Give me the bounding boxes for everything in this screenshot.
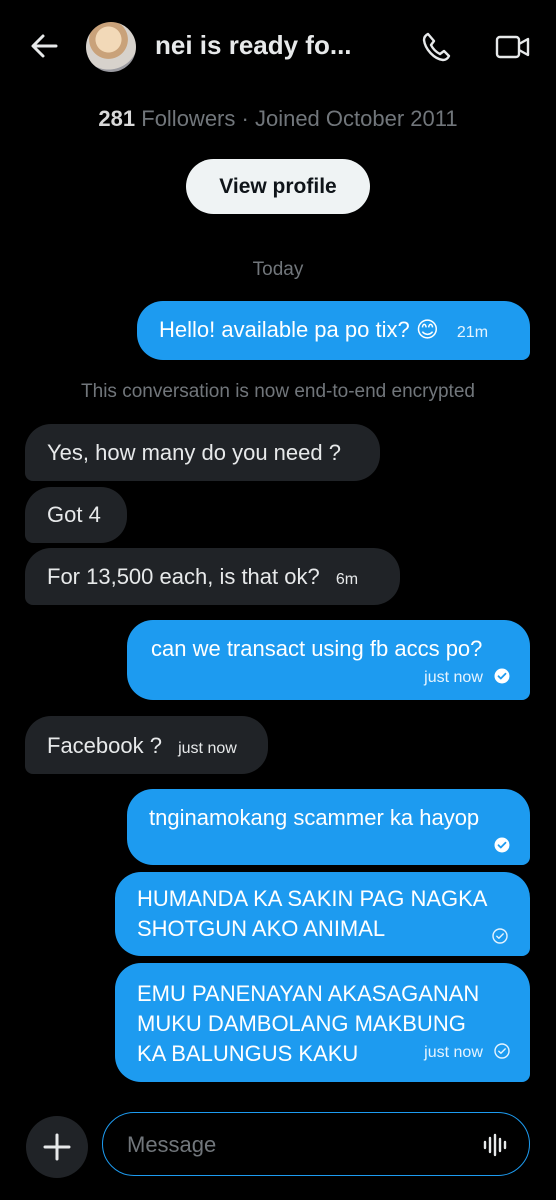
message-bubble-outgoing[interactable]: can we transact using fb accs po? just n…	[127, 620, 530, 700]
phone-icon[interactable]	[420, 30, 454, 64]
joined-text: · Joined October 2011	[241, 106, 458, 131]
date-separator: Today	[252, 259, 304, 280]
message-bubble-outgoing[interactable]: tnginamokang scammer ka hayop	[127, 789, 530, 865]
message-text: For 13,500 each, is that ok?	[47, 564, 320, 589]
arrow-left-icon[interactable]	[28, 30, 60, 62]
avatar[interactable]	[86, 22, 136, 72]
message-text: Got 4	[47, 502, 101, 527]
message-timestamp: 6m	[335, 571, 359, 588]
message-bubble-outgoing[interactable]: HUMANDA KA SAKIN PAG NAGKA SHOTGUN AKO A…	[115, 872, 530, 956]
check-circle-icon	[494, 1043, 510, 1059]
message-timestamp: just now	[178, 740, 237, 757]
message-bubble-incoming[interactable]: Got 4	[25, 487, 127, 543]
followers-label: Followers	[141, 106, 236, 131]
message-status: just now	[424, 1035, 510, 1068]
message-text: Facebook ?	[47, 733, 162, 758]
message-text: tnginamokang scammer ka hayop	[149, 805, 480, 830]
message-text: Yes, how many do you need ?	[47, 440, 341, 465]
message-timestamp: 21m	[456, 324, 489, 341]
add-attachment-button[interactable]	[26, 1116, 88, 1178]
check-circle-icon	[492, 928, 508, 944]
message-timestamp: just now	[424, 1044, 483, 1061]
check-circle-icon	[494, 837, 510, 853]
followers-count: 281	[98, 106, 136, 131]
video-camera-icon[interactable]	[495, 32, 531, 62]
message-bubble-outgoing[interactable]: Hello! available pa po tix? 😊 21m	[137, 301, 530, 360]
plus-icon	[43, 1133, 71, 1161]
audio-waveform-icon[interactable]	[483, 1133, 509, 1157]
message-text: HUMANDA KA SAKIN PAG NAGKA SHOTGUN AKO A…	[137, 886, 487, 941]
message-status: just now	[151, 660, 510, 693]
message-bubble-incoming[interactable]: Yes, how many do you need ?	[25, 424, 380, 481]
check-circle-icon	[494, 668, 510, 684]
view-profile-button[interactable]: View profile	[186, 159, 370, 214]
profile-meta: 281 Followers · Joined October 2011	[0, 106, 556, 132]
conversation-header: nei is ready fo...	[0, 0, 556, 96]
message-bubble-outgoing[interactable]: EMU PANENAYAN AKASAGANAN MUKU DAMBOLANG …	[115, 963, 530, 1082]
conversation-title[interactable]: nei is ready fo...	[155, 30, 352, 61]
message-bubble-incoming[interactable]: Facebook ? just now	[25, 716, 268, 774]
message-text: Hello! available pa po tix? 😊	[159, 317, 439, 342]
message-timestamp: just now	[424, 669, 483, 686]
encryption-notice: This conversation is now end-to-end encr…	[81, 381, 475, 402]
message-placeholder: Message	[127, 1132, 217, 1157]
message-input[interactable]: Message	[102, 1112, 530, 1176]
message-status	[149, 829, 510, 859]
message-bubble-incoming[interactable]: For 13,500 each, is that ok? 6m	[25, 548, 400, 605]
